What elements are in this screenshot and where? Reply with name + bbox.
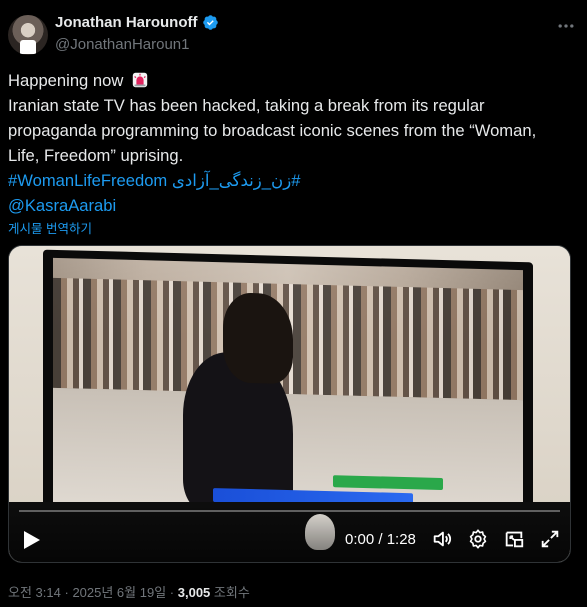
- view-count: 3,005: [177, 585, 211, 600]
- video-time: 0:00 / 1:28: [345, 531, 416, 548]
- video-frame-screen: [53, 257, 523, 523]
- mention-line: @KasraAarabi: [8, 193, 578, 218]
- tweet-line-1: Happening now: [8, 68, 578, 93]
- hashtag-line: #WomanLifeFreedom #زن_زندگی_آزادی: [8, 168, 578, 193]
- pip-icon[interactable]: [503, 528, 525, 550]
- tweet-header: Jonathan Harounoff @JonathanHaroun1: [8, 10, 578, 60]
- hashtag-persian[interactable]: #زن_زندگی_آزادی: [172, 171, 301, 190]
- translate-post-link[interactable]: 게시물 번역하기: [8, 218, 92, 237]
- video-player[interactable]: 0:00 / 1:28: [8, 245, 571, 563]
- mention-kasra-aarabi[interactable]: @KasraAarabi: [8, 196, 116, 215]
- avatar[interactable]: [8, 15, 48, 55]
- siren-icon: [132, 72, 148, 88]
- video-controls: 0:00 / 1:28: [9, 504, 570, 562]
- author-handle[interactable]: @JonathanHaroun1: [55, 36, 190, 53]
- view-count-label: 조회수: [213, 585, 250, 600]
- meta-separator: ·: [64, 585, 69, 600]
- more-icon[interactable]: [556, 16, 576, 36]
- verified-badge-icon: [202, 15, 218, 30]
- tweet-line-4: Life, Freedom” uprising.: [8, 146, 184, 165]
- tweet-line-1-text: Happening now: [8, 71, 124, 90]
- tweet-time[interactable]: 오전 3:14: [8, 585, 61, 600]
- meta-separator: ·: [169, 585, 175, 600]
- fullscreen-icon[interactable]: [539, 528, 561, 550]
- tweet-text: Happening now Iranian state TV has been …: [8, 68, 578, 218]
- hashtag-woman-life-freedom[interactable]: #WomanLifeFreedom: [8, 171, 167, 190]
- tweet-line-3: propaganda programming to broadcast icon…: [8, 121, 537, 140]
- volume-icon[interactable]: [431, 528, 453, 550]
- video-frame-woman-hair: [223, 292, 293, 385]
- video-progress-bar[interactable]: [19, 510, 560, 512]
- tweet-line-2: Iranian state TV has been hacked, taking…: [8, 96, 485, 115]
- play-icon[interactable]: [23, 530, 41, 550]
- author-name[interactable]: Jonathan Harounoff: [55, 14, 198, 31]
- video-frame-woman: [163, 291, 303, 515]
- tweet-date[interactable]: 2025년 6월 19일: [72, 585, 166, 600]
- settings-icon[interactable]: [467, 528, 489, 550]
- video-frame-tv: [43, 249, 533, 543]
- tweet-meta: 오전 3:14 · 2025년 6월 19일 · 3,005 조회수: [8, 582, 250, 601]
- author-name-row: Jonathan Harounoff: [55, 14, 219, 31]
